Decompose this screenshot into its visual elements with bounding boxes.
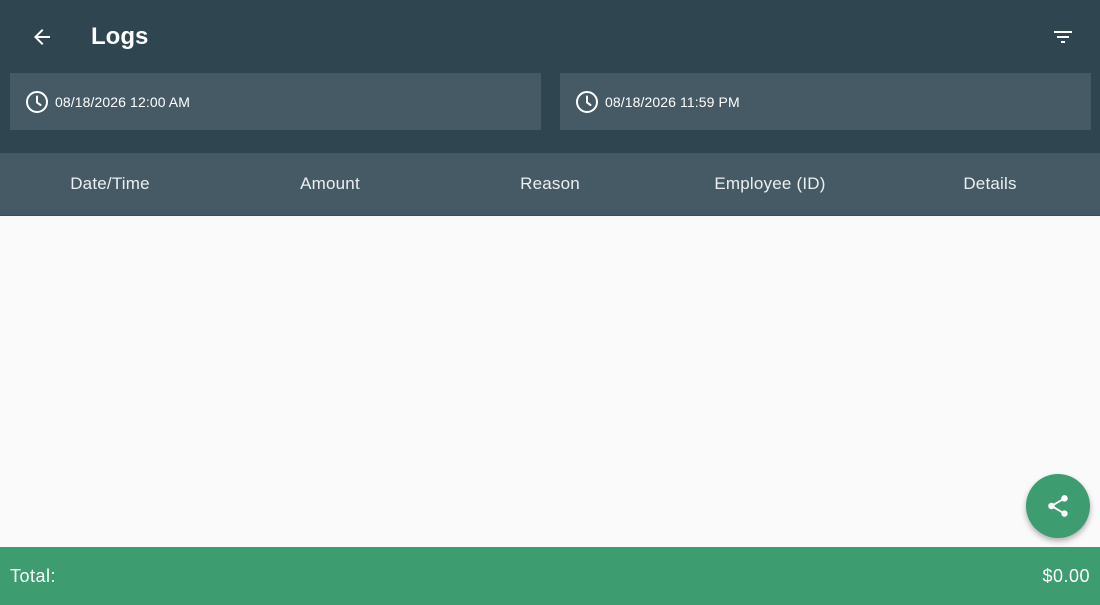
app-bar: Logs 08/18/2026 12:00 AM 08/18/2026 11:5…	[0, 0, 1100, 153]
total-value: $0.00	[1042, 565, 1090, 586]
page-title: Logs	[91, 23, 149, 50]
column-header-amount[interactable]: Amount	[220, 174, 440, 194]
table-header: Date/Time Amount Reason Employee (ID) De…	[0, 153, 1100, 216]
back-button[interactable]	[22, 17, 62, 57]
clock-icon	[25, 90, 49, 114]
filter-icon	[1054, 31, 1072, 43]
column-header-reason[interactable]: Reason	[440, 174, 660, 194]
total-bar: Total: $0.00	[0, 547, 1100, 605]
end-date-value: 08/18/2026 11:59 PM	[605, 93, 740, 110]
logs-list[interactable]	[0, 216, 1100, 547]
share-icon	[1048, 495, 1068, 517]
start-date-field[interactable]: 08/18/2026 12:00 AM	[10, 73, 541, 130]
share-button[interactable]	[1026, 474, 1090, 538]
start-date-value: 08/18/2026 12:00 AM	[55, 93, 191, 110]
column-header-datetime[interactable]: Date/Time	[0, 174, 220, 194]
clock-icon	[575, 90, 599, 114]
column-header-details[interactable]: Details	[880, 174, 1100, 194]
end-date-field[interactable]: 08/18/2026 11:59 PM	[560, 73, 1091, 130]
column-header-employee[interactable]: Employee (ID)	[660, 174, 880, 194]
arrow-back-icon	[34, 29, 50, 45]
filter-button[interactable]	[1043, 17, 1083, 57]
logs-screen: Logs 08/18/2026 12:00 AM 08/18/2026 11:5…	[0, 0, 1100, 605]
total-label: Total:	[10, 565, 57, 586]
